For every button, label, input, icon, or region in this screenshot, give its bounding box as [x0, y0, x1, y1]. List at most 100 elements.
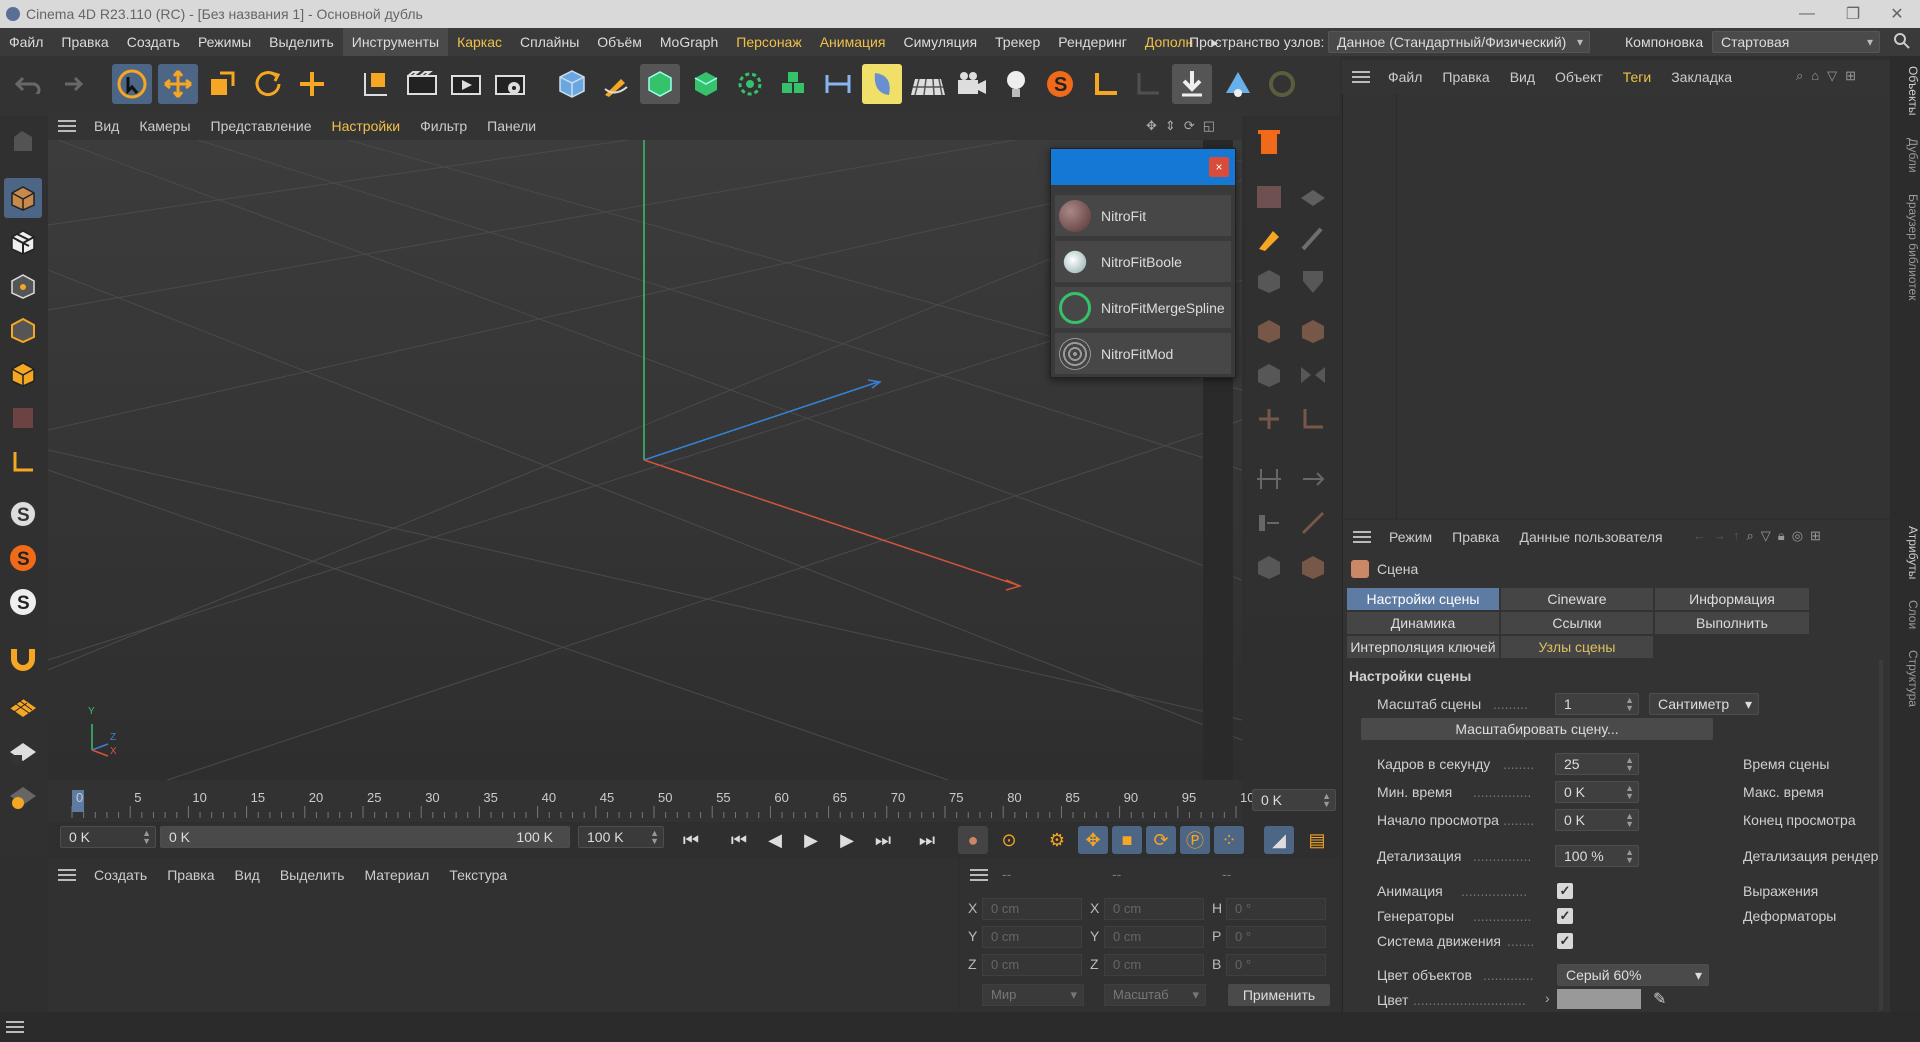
attribute-menu-item[interactable]: Данные пользователя	[1509, 529, 1672, 545]
coordinate-system-icon[interactable]	[356, 64, 396, 104]
record-keys-icon[interactable]: ●	[958, 826, 988, 854]
s-plugin-icon[interactable]: S	[4, 582, 42, 622]
menu-item[interactable]: Объём	[588, 28, 651, 56]
edges-mode-icon[interactable]	[4, 310, 42, 350]
status-hamburger-icon[interactable]	[6, 1021, 24, 1033]
brush-icon[interactable]	[1294, 220, 1332, 258]
attribute-hamburger-icon[interactable]	[1353, 531, 1371, 543]
make-editable-icon[interactable]	[4, 122, 42, 162]
next-frame-icon[interactable]: ▶	[832, 826, 862, 854]
viewport-hamburger-icon[interactable]	[58, 120, 76, 132]
deformer-bend-icon[interactable]	[818, 64, 858, 104]
cloner-object-icon[interactable]	[730, 64, 770, 104]
tab-references[interactable]: Ссылки	[1501, 612, 1653, 634]
timeline-ruler[interactable]: 0 5 10 15 20 25 30 35 40 45 50 55 60 65 70 75 80 85 90 95 10…	[48, 780, 1262, 828]
material-hamburger-icon[interactable]	[58, 869, 76, 881]
pos-y-field[interactable]: 0 cm	[982, 926, 1082, 948]
node-space-select[interactable]: Данное (Стандартный/Физический) ▾	[1328, 31, 1590, 53]
menu-item[interactable]: Трекер	[986, 28, 1049, 56]
size-z-field[interactable]: 0 cm	[1104, 954, 1204, 976]
menu-item[interactable]: Выделить	[260, 28, 343, 56]
object-menu-item[interactable]: Вид	[1500, 69, 1545, 85]
size-mode-select[interactable]: Масштаб ▾	[1104, 984, 1206, 1006]
menu-item[interactable]: Файл	[0, 28, 52, 56]
viewport-menu-item[interactable]: Панели	[477, 118, 546, 134]
autokey-icon[interactable]: ⊙	[994, 826, 1024, 854]
interpolation-icon[interactable]: ◢	[1264, 826, 1294, 854]
lock-workplane-icon[interactable]	[4, 732, 42, 772]
lock-icon[interactable]: 🔒︎	[1778, 528, 1785, 544]
coord-system-select[interactable]: Мир ▾	[982, 984, 1084, 1006]
viewport-menu-item[interactable]: Камеры	[129, 118, 200, 134]
spinner-icon[interactable]: ▲ ▼	[142, 829, 151, 846]
spinner-icon[interactable]: ▲ ▼	[1625, 756, 1634, 773]
viewport-menu-item[interactable]: Вид	[84, 118, 129, 134]
tab-takes[interactable]: Дубли	[1890, 138, 1920, 173]
close-icon[interactable]: ×	[1209, 157, 1229, 177]
key-rotation-icon[interactable]: ⟳	[1146, 826, 1176, 854]
object-menu-item[interactable]: Правка	[1432, 69, 1499, 85]
align-icon[interactable]	[1250, 460, 1288, 498]
cone-tool-icon[interactable]	[1218, 64, 1258, 104]
magnet-icon[interactable]	[4, 638, 42, 678]
spinner-icon[interactable]: ▲ ▼	[1625, 848, 1634, 865]
scene-scale-field[interactable]: 1 ▲ ▼	[1555, 693, 1639, 715]
menu-item[interactable]: Инструменты	[342, 28, 449, 56]
viewport-menu-item[interactable]: Настройки	[321, 118, 410, 134]
fracture-object-icon[interactable]	[774, 64, 814, 104]
distribute-icon[interactable]	[1250, 504, 1288, 542]
filter-icon[interactable]: ▽	[1827, 68, 1837, 86]
tab-objects[interactable]: Объекты	[1890, 66, 1920, 116]
tab-info[interactable]: Информация	[1655, 588, 1809, 610]
up-arrow-icon[interactable]: ↑	[1733, 528, 1740, 544]
cube-object-icon[interactable]	[552, 64, 592, 104]
snap-s-icon[interactable]: S	[4, 494, 42, 534]
menu-item[interactable]: Симуляция	[894, 28, 986, 56]
preview-range-slider[interactable]: 0 K 100 K	[160, 826, 570, 848]
key-pla-icon[interactable]: ⁘	[1214, 826, 1244, 854]
pen-spline-icon[interactable]	[596, 64, 636, 104]
layout-top-icon[interactable]	[1250, 178, 1288, 216]
undo-icon[interactable]	[8, 64, 48, 104]
menu-item[interactable]: Рендеринг	[1049, 28, 1136, 56]
model-mode-icon[interactable]	[4, 178, 42, 218]
move-tool-icon[interactable]	[158, 64, 198, 104]
scene-unit-select[interactable]: Сантиметр ▾	[1649, 693, 1759, 715]
transform-tool-icon[interactable]	[292, 64, 332, 104]
planar-workplane-icon[interactable]	[4, 776, 42, 816]
spinner-icon[interactable]: ▲ ▼	[1322, 792, 1331, 809]
spinner-icon[interactable]: ▲ ▼	[1625, 784, 1634, 801]
tab-structure[interactable]: Структура	[1890, 650, 1920, 707]
preview-start-field[interactable]: 0 K ▲ ▼	[1555, 809, 1639, 831]
search-icon[interactable]	[1894, 33, 1910, 49]
tab-dynamics[interactable]: Динамика	[1347, 612, 1499, 634]
menu-item[interactable]: MoGraph	[651, 28, 727, 56]
object-color-select[interactable]: Серый 60% ▾	[1557, 964, 1709, 986]
start-frame-field[interactable]: 0 K ▲ ▼	[60, 826, 156, 848]
material-menu-item[interactable]: Вид	[225, 867, 270, 883]
trash-icon[interactable]	[1250, 122, 1288, 160]
next-key-icon[interactable]: ⏭	[868, 826, 898, 854]
restore-icon[interactable]: ❐	[1830, 0, 1876, 28]
target-icon[interactable]: ◎	[1792, 528, 1803, 544]
camera-object-icon[interactable]	[952, 64, 992, 104]
nitrofitboole-item[interactable]: NitroFitBoole	[1055, 241, 1231, 283]
previous-key-icon[interactable]: ⏮	[724, 826, 754, 854]
rot-p-field[interactable]: 0 °	[1226, 926, 1326, 948]
menu-item[interactable]: Создать	[118, 28, 189, 56]
spinner-icon[interactable]: ▲ ▼	[1625, 696, 1634, 713]
attribute-menu-item[interactable]: Режим	[1379, 529, 1442, 545]
material-menu-item[interactable]: Правка	[157, 867, 224, 883]
attribute-scrollbar[interactable]	[1879, 660, 1883, 1010]
size-y-field[interactable]: 0 cm	[1104, 926, 1204, 948]
spinner-icon[interactable]: ▲ ▼	[650, 829, 659, 846]
cube-bottom-icon[interactable]	[1250, 548, 1288, 586]
minimize-icon[interactable]: —	[1784, 0, 1830, 28]
tab-layers[interactable]: Слои	[1890, 600, 1920, 629]
uv-mode-icon[interactable]	[4, 398, 42, 438]
tab-scene-settings[interactable]: Настройки сцены	[1347, 588, 1499, 610]
nitrofitmod-item[interactable]: NitroFitMod	[1055, 333, 1231, 375]
current-frame-field[interactable]: 0 K ▲ ▼	[1252, 789, 1336, 811]
rotate-tool-icon[interactable]	[248, 64, 288, 104]
color-swatch[interactable]	[1557, 989, 1641, 1009]
